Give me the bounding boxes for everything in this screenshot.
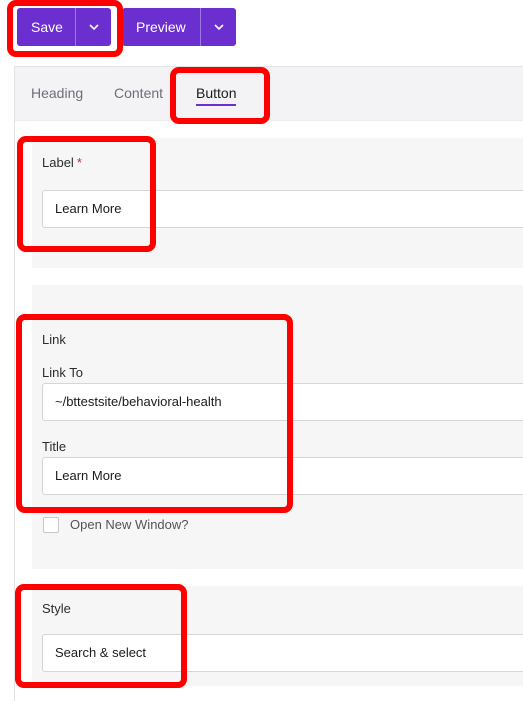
required-marker: * (76, 155, 82, 170)
save-options-button[interactable] (75, 8, 111, 46)
label-field-label: Label * (42, 155, 82, 170)
block-editor: Heading Content Button Label * Learn More… (14, 66, 523, 701)
preview-options-button[interactable] (200, 8, 236, 46)
tab-content[interactable]: Content (114, 85, 163, 101)
preview-split-button: Preview (122, 8, 236, 46)
style-select[interactable]: Search & select (42, 634, 523, 672)
chevron-down-icon (88, 24, 99, 31)
open-new-window-checkbox[interactable] (43, 517, 59, 533)
style-panel: Style Search & select (32, 586, 523, 686)
save-split-button: Save (17, 8, 111, 46)
link-panel: Link Link To ~/bttestsite/behavioral-hea… (32, 285, 523, 569)
preview-button[interactable]: Preview (122, 8, 200, 46)
chevron-down-icon (213, 24, 224, 31)
title-label: Title (42, 439, 67, 454)
tab-bar: Heading Content Button (15, 67, 523, 121)
style-label: Style (42, 601, 71, 616)
label-text: Label (42, 155, 74, 170)
tab-heading[interactable]: Heading (31, 85, 83, 101)
tab-button[interactable]: Button (196, 85, 237, 106)
title-input[interactable]: Learn More (42, 457, 523, 495)
link-heading: Link (42, 332, 66, 347)
open-new-window-label: Open New Window? (70, 517, 189, 532)
label-panel: Label * Learn More (32, 138, 523, 268)
label-input[interactable]: Learn More (42, 190, 523, 228)
link-to-input[interactable]: ~/bttestsite/behavioral-health (42, 383, 523, 421)
link-to-label: Link To (42, 365, 83, 380)
save-button[interactable]: Save (17, 8, 75, 46)
